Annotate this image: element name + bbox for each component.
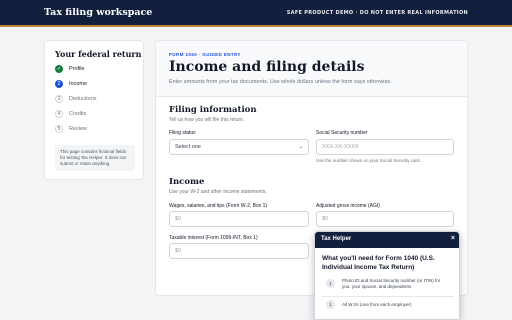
filing-status-select[interactable]: Select one ⌄ [169,139,309,155]
wages-input[interactable]: $0 [169,211,309,227]
step-label: Credits [69,111,87,117]
wages-label: Wages, salaries, and tips (Form W-2, Box… [169,203,268,209]
sidebar: Your federal return ✓ Profile 2 Income 3… [44,40,144,180]
top-bar: Tax filing workspace SAFE PRODUCT DEMO ·… [0,0,512,27]
step-number: 3 [55,95,63,103]
item-text: Photo ID and Social Security number (or … [342,278,441,289]
step-label: Review [69,126,88,132]
tax-helper-header: Tax Helper × [315,232,459,248]
chevron-down-icon: ⌄ [298,144,303,150]
step-number: 5 [55,125,63,133]
filing-status-value: Select one [175,144,201,150]
item-text: All W-2s (one from each employer) [342,302,412,307]
step-profile[interactable]: ✓ Profile [55,65,141,75]
list-item: 1 All W-2s (one from each employer) [322,296,454,316]
page-subtitle: Enter amounts from your tax documents. U… [169,79,392,85]
interest-input[interactable]: $0 [169,243,309,259]
income-subtext: Use your W-2 and other income statements… [169,189,267,195]
step-number: 2 [55,80,63,88]
close-icon[interactable]: × [451,235,455,242]
tax-helper-panel: Tax Helper × What you'll need for Form 1… [314,231,460,320]
demo-notice: SAFE PRODUCT DEMO · DO NOT ENTER REAL IN… [286,10,468,16]
tax-helper-question: What you'll need for Form 1040 (U.S. Ind… [322,255,435,271]
ssn-label: Social Security number [316,130,368,136]
page-title: Income and filing details [169,59,365,75]
ssn-input[interactable]: XXX-XX-XXXX [316,139,454,155]
check-icon: ✓ [55,65,63,73]
tax-helper-title: Tax Helper [321,236,352,242]
page-header: FORM 1040 · GUIDED ENTRY Income and fili… [156,41,467,97]
ssn-help: Use the number shown on your Social Secu… [316,158,421,163]
step-label: Profile [69,66,85,72]
step-label: Deductions [69,96,97,102]
step-review[interactable]: 5 Review [55,125,141,135]
agi-label: Adjusted gross income (AGI) [316,203,380,209]
step-credits[interactable]: 4 Credits [55,110,141,120]
form-kicker: FORM 1040 · GUIDED ENTRY [169,52,241,57]
filing-subtext: Tell us how you will file this return. [169,117,245,123]
agi-input[interactable]: $0 [316,211,454,227]
income-heading: Income [169,177,205,187]
sidebar-title: Your federal return [55,49,142,59]
step-deductions[interactable]: 3 Deductions [55,95,141,105]
item-number: 1 [326,300,335,309]
item-number: 1 [326,279,335,288]
step-number: 4 [55,110,63,118]
app-title: Tax filing workspace [44,7,153,18]
interest-label: Taxable interest (Form 1099-INT, Box 1) [169,235,258,241]
list-item: 1 Photo ID and Social Security number (o… [322,276,454,296]
sidebar-note: This page contains fictional fields for … [55,145,135,171]
step-income[interactable]: 2 Income [55,80,141,90]
filing-status-label: Filing status [169,130,196,136]
step-label: Income [69,81,88,87]
filing-heading: Filing information [169,105,257,115]
